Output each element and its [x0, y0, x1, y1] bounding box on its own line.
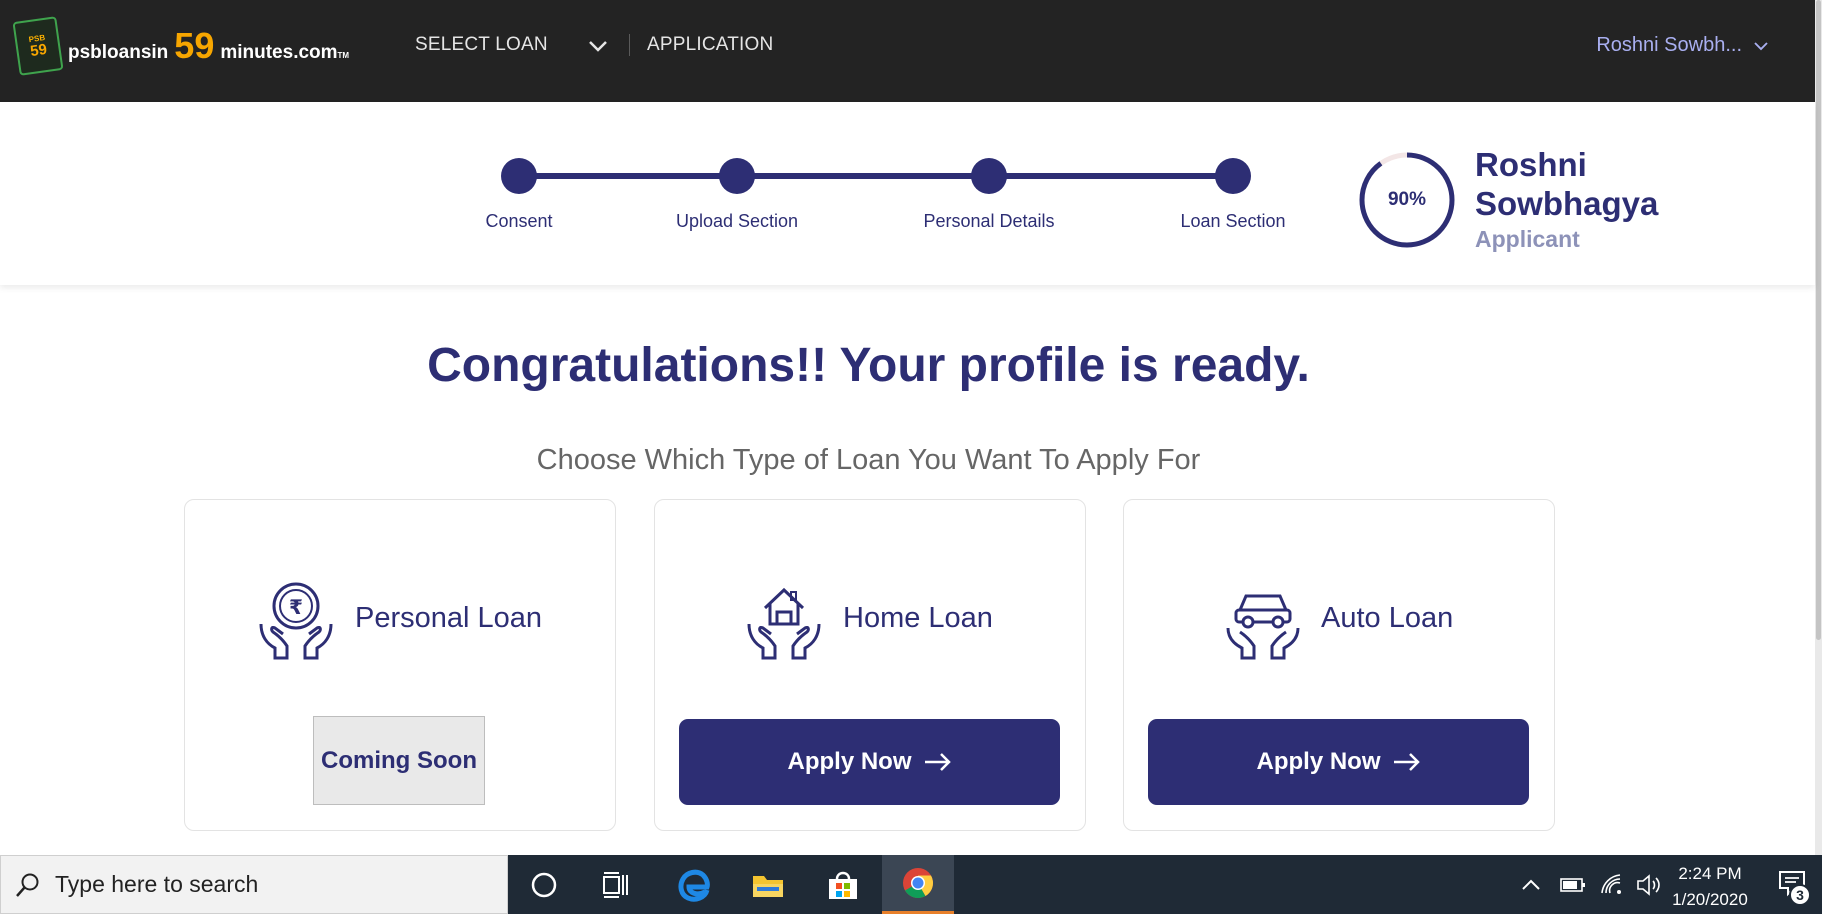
apply-now-button-auto[interactable]: Apply Now: [1148, 719, 1529, 805]
stepper-line: [519, 173, 1234, 179]
battery-icon[interactable]: [1560, 876, 1586, 894]
apply-now-label: Apply Now: [787, 748, 912, 775]
step-label-personal[interactable]: Personal Details: [923, 211, 1054, 232]
step-dot-consent: [501, 158, 537, 194]
step-dot-upload: [719, 158, 755, 194]
step-label-loan[interactable]: Loan Section: [1180, 211, 1285, 232]
step-dot-personal: [971, 158, 1007, 194]
chevron-down-icon[interactable]: [586, 34, 610, 58]
step-dot-loan: [1215, 158, 1251, 194]
apply-now-label: Apply Now: [1256, 748, 1381, 775]
arrow-right-icon: [1393, 753, 1420, 771]
logo-badge-number: 59: [29, 40, 49, 60]
user-menu-name: Roshni Sowbh...: [1596, 34, 1742, 56]
user-menu[interactable]: Roshni Sowbh...: [1596, 34, 1770, 57]
logo-brand-prefix: psbloansin: [68, 42, 169, 63]
logo-trademark: TM: [337, 51, 350, 60]
logo-badge-icon: PSB 59: [12, 16, 64, 76]
step-label-upload[interactable]: Upload Section: [676, 211, 798, 232]
taskbar-time: 2:24 PM: [1678, 864, 1742, 883]
file-explorer-icon[interactable]: [732, 855, 804, 914]
loan-card-home: Home Loan Apply Now: [654, 499, 1086, 831]
apply-now-button-home[interactable]: Apply Now: [679, 719, 1060, 805]
svg-text:₹: ₹: [289, 595, 303, 619]
profile-completion-percent: 90%: [1387, 189, 1427, 210]
rupee-coin-hands-icon: ₹: [259, 582, 333, 660]
task-view-icon[interactable]: [580, 855, 652, 914]
chevron-down-icon: [1754, 41, 1768, 50]
top-navbar: PSB 59 psbloansin 59 minutes.com TM SELE…: [0, 0, 1815, 102]
taskbar-search[interactable]: Type here to search: [0, 855, 508, 914]
wifi-icon[interactable]: [1600, 873, 1624, 897]
profile-name: Roshni Sowbhagya: [1475, 146, 1659, 222]
nav-divider: [629, 34, 630, 56]
notification-count-badge: 3: [1789, 884, 1811, 906]
step-label-consent[interactable]: Consent: [485, 211, 552, 232]
house-hands-icon: [747, 587, 821, 660]
car-hands-icon: [1226, 594, 1300, 660]
loan-card-personal: ₹ Personal Loan Coming Soon: [184, 499, 616, 831]
volume-icon[interactable]: [1636, 873, 1662, 897]
taskbar-clock[interactable]: 2:24 PM 1/20/2020: [1660, 861, 1760, 913]
page-title: Congratulations!! Your profile is ready.: [427, 339, 1310, 392]
logo-brand-suffix: minutes.com: [220, 42, 338, 63]
site-logo[interactable]: PSB 59 psbloansin 59 minutes.com TM: [12, 16, 349, 76]
nav-select-loan[interactable]: SELECT LOAN: [415, 34, 548, 56]
taskbar-date: 1/20/2020: [1672, 890, 1748, 909]
search-icon: [16, 873, 39, 897]
nav-application[interactable]: APPLICATION: [647, 34, 773, 56]
logo-brand-number: 59: [174, 25, 215, 66]
page-subtitle: Choose Which Type of Loan You Want To Ap…: [536, 444, 1201, 476]
chrome-icon[interactable]: [882, 855, 954, 914]
edge-icon[interactable]: [658, 855, 730, 914]
loan-card-title: Personal Loan: [355, 602, 543, 634]
app-root: PSB 59 psbloansin 59 minutes.com TM SELE…: [0, 0, 1822, 914]
cortana-icon[interactable]: [508, 855, 580, 914]
system-tray: [1520, 855, 1662, 914]
loan-card-title: Home Loan: [843, 602, 993, 634]
chevron-up-icon[interactable]: [1520, 874, 1542, 896]
loan-card-auto: Auto Loan Apply Now: [1123, 499, 1555, 831]
page-scrollbar-thumb[interactable]: [1816, 0, 1821, 640]
loan-card-title: Auto Loan: [1321, 602, 1454, 634]
logo-wordmark: psbloansin 59 minutes.com TM: [68, 28, 349, 64]
windows-taskbar: Type here to search 2:24 PM 1/20/2020: [0, 855, 1822, 914]
taskbar-search-placeholder: Type here to search: [55, 871, 259, 897]
arrow-right-icon: [924, 753, 951, 771]
store-icon[interactable]: [807, 855, 879, 914]
coming-soon-button: Coming Soon: [313, 716, 485, 805]
profile-role: Applicant: [1475, 226, 1580, 252]
